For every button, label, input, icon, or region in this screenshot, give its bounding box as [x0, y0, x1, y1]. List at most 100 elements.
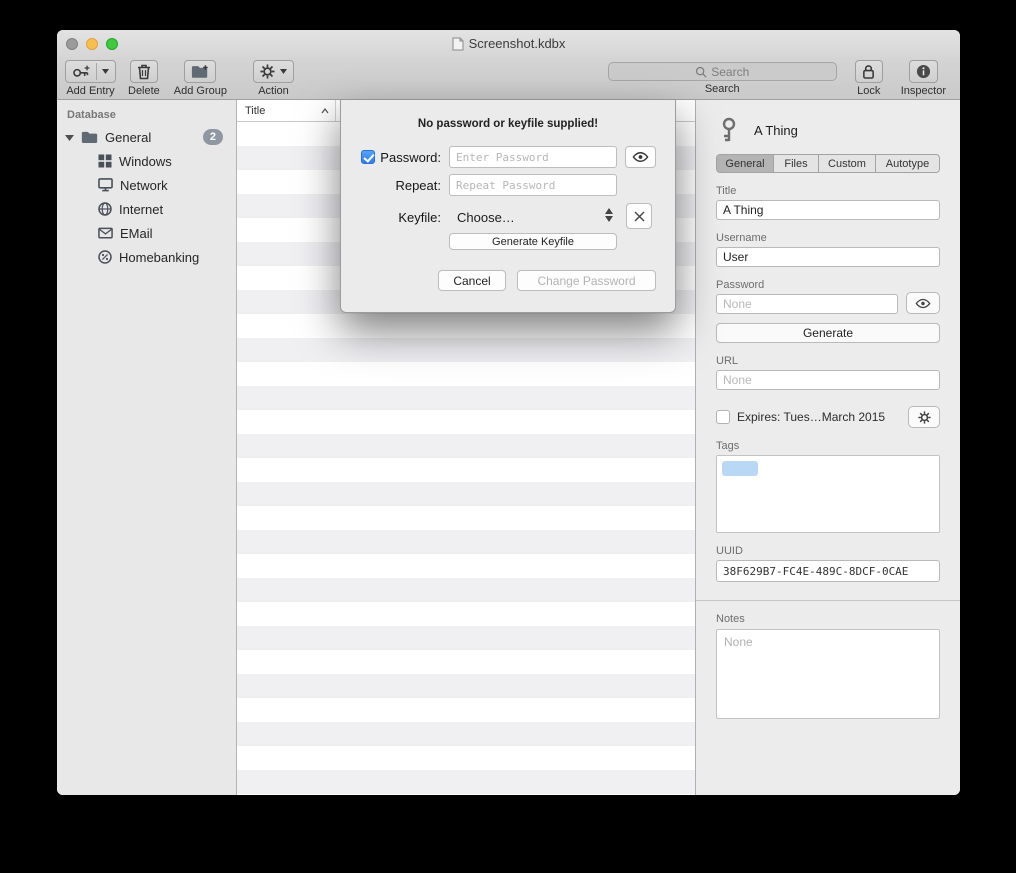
notes-field[interactable]: None	[716, 629, 940, 719]
sheet-repeat-input[interactable]	[449, 174, 617, 196]
delete-button[interactable]	[130, 60, 158, 83]
sidebar-item-network[interactable]: Network	[57, 173, 236, 197]
gear-icon	[260, 64, 275, 79]
column-header-title[interactable]: Title	[237, 105, 321, 117]
disclosure-triangle-icon[interactable]	[65, 134, 74, 141]
windows-grid-icon	[98, 154, 112, 168]
globe-icon	[98, 202, 112, 216]
uuid-field[interactable]	[716, 560, 940, 582]
lock-icon	[862, 64, 875, 79]
delete-item: Delete	[128, 60, 160, 97]
inspector-panel: A Thing General Files Custom Autotype Ti…	[695, 100, 960, 795]
action-item: Action	[253, 60, 294, 97]
add-group-label: Add Group	[174, 85, 227, 97]
tag-token[interactable]	[722, 461, 758, 476]
cancel-button[interactable]: Cancel	[438, 270, 506, 291]
sidebar-item-label: Network	[120, 178, 168, 193]
toolbar: Add Entry Delete Add Group	[57, 57, 960, 100]
username-field-label: Username	[716, 232, 940, 244]
entry-count-badge: 2	[203, 129, 223, 145]
window-title-group: Screenshot.kdbx	[452, 36, 566, 51]
password-row	[716, 291, 940, 314]
delete-label: Delete	[128, 85, 160, 97]
envelope-icon	[98, 227, 113, 239]
reveal-password-button[interactable]	[906, 292, 940, 314]
url-field-label: URL	[716, 355, 940, 367]
change-password-button[interactable]: Change Password	[517, 270, 656, 291]
sheet-repeat-label: Repeat:	[369, 178, 441, 193]
keyfile-popup[interactable]: Choose…	[457, 210, 515, 225]
close-x-icon	[634, 211, 645, 222]
percent-coin-icon	[98, 250, 112, 264]
generate-password-button[interactable]: Generate	[716, 323, 940, 343]
url-field[interactable]	[716, 370, 940, 390]
close-button[interactable]	[66, 38, 78, 50]
split-divider	[96, 63, 97, 80]
display-icon	[98, 178, 113, 192]
chevron-down-icon	[280, 69, 287, 74]
chevron-down-icon	[102, 69, 109, 74]
toolbar-right-group: Search Search Lock Inspector	[608, 60, 946, 97]
inspector-header: A Thing	[716, 112, 940, 148]
inspector-button[interactable]	[909, 60, 938, 83]
uuid-label: UUID	[716, 545, 940, 557]
expires-checkbox[interactable]	[716, 410, 730, 424]
search-item: Search Search	[608, 60, 837, 95]
action-label: Action	[258, 85, 289, 97]
tab-custom[interactable]: Custom	[818, 155, 875, 172]
trash-icon	[137, 64, 151, 80]
sheet-reveal-password-button[interactable]	[625, 146, 656, 168]
eye-icon	[915, 298, 931, 309]
generate-keyfile-button[interactable]: Generate Keyfile	[449, 233, 617, 250]
search-input[interactable]: Search	[608, 62, 837, 81]
inspector-label: Inspector	[901, 85, 946, 97]
lock-label: Lock	[857, 85, 880, 97]
action-button[interactable]	[253, 60, 294, 83]
password-field-label: Password	[716, 279, 940, 291]
add-entry-item: Add Entry	[65, 60, 116, 97]
lock-item: Lock	[855, 60, 883, 97]
entry-title: A Thing	[754, 123, 798, 138]
sidebar-item-internet[interactable]: Internet	[57, 197, 236, 221]
stepper-icon[interactable]	[605, 208, 613, 222]
sheet-message: No password or keyfile supplied!	[341, 118, 675, 130]
zoom-button[interactable]	[106, 38, 118, 50]
tab-general[interactable]: General	[717, 155, 773, 172]
username-field[interactable]	[716, 247, 940, 267]
eye-icon	[632, 151, 649, 163]
sidebar-item-windows[interactable]: Windows	[57, 149, 236, 173]
tab-files[interactable]: Files	[773, 155, 818, 172]
add-entry-button[interactable]	[65, 60, 116, 83]
clear-keyfile-button[interactable]	[626, 203, 652, 229]
tab-autotype[interactable]: Autotype	[875, 155, 939, 172]
title-bar[interactable]: Screenshot.kdbx	[57, 30, 960, 57]
inspector-divider	[696, 600, 960, 601]
sidebar-item-homebanking[interactable]: Homebanking	[57, 245, 236, 269]
folder-icon	[81, 130, 98, 144]
tags-label: Tags	[716, 440, 940, 452]
search-label: Search	[705, 83, 740, 95]
password-field[interactable]	[716, 294, 898, 314]
sidebar-item-label: General	[105, 130, 151, 145]
sidebar-item-general[interactable]: General 2	[57, 125, 236, 149]
window-title: Screenshot.kdbx	[469, 36, 566, 51]
sheet-password-input[interactable]	[449, 146, 617, 168]
title-field[interactable]	[716, 200, 940, 220]
add-entry-label: Add Entry	[66, 85, 114, 97]
title-field-label: Title	[716, 185, 940, 197]
notes-label: Notes	[716, 613, 940, 625]
traffic-lights	[66, 38, 118, 50]
sidebar-item-email[interactable]: EMail	[57, 221, 236, 245]
sheet-password-label: Password:	[369, 150, 441, 165]
lock-button[interactable]	[855, 60, 883, 83]
inspector-item: Inspector	[901, 60, 946, 97]
key-plus-icon	[72, 64, 91, 80]
expires-settings-button[interactable]	[908, 406, 940, 428]
minimize-button[interactable]	[86, 38, 98, 50]
expires-label: Expires: Tues…March 2015	[737, 410, 901, 424]
key-icon	[718, 117, 740, 143]
tags-box[interactable]	[716, 455, 940, 533]
add-group-button[interactable]	[184, 60, 216, 83]
change-password-sheet: No password or keyfile supplied! Passwor…	[340, 100, 676, 313]
app-window: Screenshot.kdbx Add Entry Delete	[57, 30, 960, 795]
